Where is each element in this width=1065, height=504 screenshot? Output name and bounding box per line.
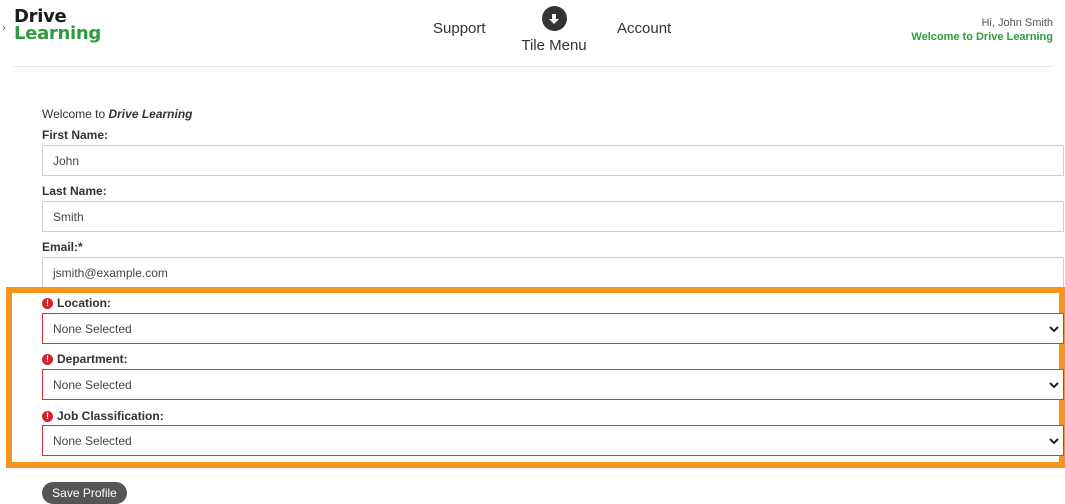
form-welcome: Welcome to Drive Learning bbox=[42, 107, 193, 121]
header: › Drive Learning Support Tile Menu Accou… bbox=[0, 0, 1065, 66]
chevron-down-icon bbox=[1049, 438, 1059, 445]
error-icon: ! bbox=[42, 410, 53, 422]
department-select[interactable]: None Selected bbox=[42, 369, 1064, 400]
welcome-prefix: Welcome to bbox=[42, 107, 109, 121]
last-name-field[interactable]: Smith bbox=[42, 201, 1064, 232]
email-label: Email:* bbox=[42, 240, 83, 254]
tile-menu-label: Tile Menu bbox=[521, 37, 587, 54]
location-label: Location: bbox=[57, 296, 111, 310]
nav-support[interactable]: Support bbox=[433, 20, 486, 37]
job-classification-label-row: ! Job Classification: bbox=[42, 409, 164, 423]
nav-tile-menu[interactable]: Tile Menu bbox=[517, 6, 591, 54]
job-classification-value: None Selected bbox=[53, 433, 132, 448]
job-classification-label: Job Classification: bbox=[57, 409, 164, 423]
chevron-down-icon bbox=[1049, 382, 1059, 389]
save-profile-button[interactable]: Save Profile bbox=[42, 482, 127, 504]
first-name-label: First Name: bbox=[42, 128, 109, 142]
email-value: jsmith@example.com bbox=[53, 265, 168, 280]
location-label-row: ! Location: bbox=[42, 296, 111, 310]
user-greeting: Hi, John Smith Welcome to Drive Learning bbox=[911, 17, 1053, 43]
logo[interactable]: › Drive Learning bbox=[2, 8, 101, 44]
download-arrow-icon bbox=[541, 6, 567, 31]
department-label: Department: bbox=[57, 352, 128, 366]
last-name-label: Last Name: bbox=[42, 184, 107, 198]
greeting-text: Hi, John Smith bbox=[981, 17, 1053, 29]
email-field[interactable]: jsmith@example.com bbox=[42, 257, 1064, 288]
logo-line-2: Learning bbox=[14, 23, 101, 44]
location-select[interactable]: None Selected bbox=[42, 313, 1064, 344]
location-value: None Selected bbox=[53, 321, 132, 336]
error-icon: ! bbox=[42, 353, 53, 365]
welcome-text: Welcome to Drive Learning bbox=[911, 31, 1053, 43]
header-divider bbox=[14, 66, 1054, 67]
welcome-brand: Drive Learning bbox=[108, 107, 193, 121]
logo-mark: › bbox=[2, 23, 6, 34]
department-label-row: ! Department: bbox=[42, 352, 128, 366]
last-name-value: Smith bbox=[53, 209, 84, 224]
error-icon: ! bbox=[42, 297, 53, 309]
nav-account[interactable]: Account bbox=[617, 20, 671, 37]
job-classification-select[interactable]: None Selected bbox=[42, 425, 1064, 456]
department-value: None Selected bbox=[53, 377, 132, 392]
first-name-field[interactable]: John bbox=[42, 145, 1064, 176]
chevron-down-icon bbox=[1049, 326, 1059, 333]
first-name-value: John bbox=[53, 153, 80, 168]
